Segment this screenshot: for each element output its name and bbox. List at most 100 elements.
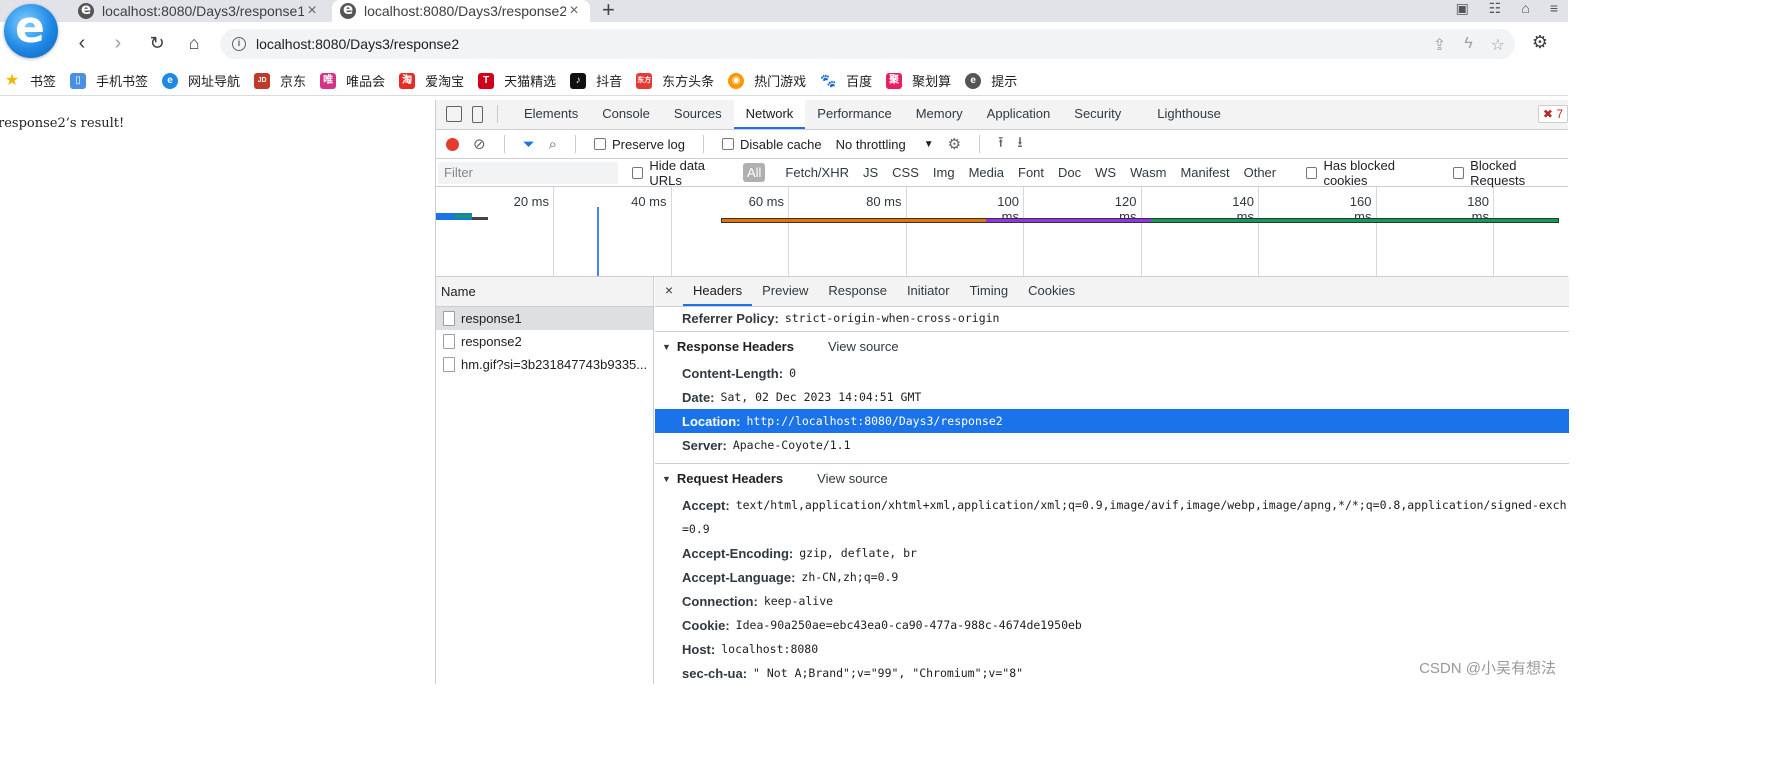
checkbox-box[interactable] — [1452, 166, 1465, 179]
tab-console[interactable]: Console — [590, 99, 662, 129]
share-icon[interactable]: ⇪ — [1433, 35, 1446, 55]
preserve-log-checkbox[interactable]: Preserve log — [594, 137, 685, 152]
has-blocked-cookies-checkbox[interactable]: Has blocked cookies — [1306, 158, 1435, 188]
bookmark-item[interactable]: T 天猫精选 — [478, 71, 556, 90]
type-filter-css[interactable]: CSS — [888, 163, 923, 182]
expand-triangle-icon[interactable]: ▼ — [662, 474, 671, 484]
inspect-element-icon[interactable] — [446, 106, 462, 122]
type-filter-wasm[interactable]: Wasm — [1126, 163, 1170, 182]
address-bar[interactable]: i localhost:8080/Days3/response2 ⇪ ϟ ☆ — [220, 29, 1515, 59]
bookmark-item[interactable]: e 提示 — [965, 71, 1017, 90]
timeline-gridline — [553, 187, 554, 276]
request-row[interactable]: hm.gif?si=3b231847743b9335... — [436, 353, 653, 376]
type-filter-font[interactable]: Font — [1014, 163, 1048, 182]
bookmark-star-icon[interactable]: ☆ — [1491, 35, 1505, 55]
type-filter-media[interactable]: Media — [965, 163, 1008, 182]
shirt-skin-icon[interactable]: ⌂ — [1521, 0, 1529, 17]
throttling-select[interactable]: No throttling ▼ — [836, 137, 934, 152]
network-timeline-overview[interactable]: 20 ms 40 ms 60 ms 80 ms 100 ms 120 ms 140 ms 16… — [436, 187, 1568, 277]
record-icon[interactable] — [446, 137, 459, 151]
address-url[interactable]: localhost:8080/Days3/response2 — [256, 36, 459, 52]
search-icon[interactable]: ⌕ — [549, 136, 557, 153]
response-headers-section[interactable]: ▼ Response Headers View source — [655, 331, 1569, 361]
tab-preview[interactable]: Preview — [752, 277, 818, 306]
type-filter-img[interactable]: Img — [929, 163, 959, 182]
type-filter-fetchxhr[interactable]: Fetch/XHR — [781, 163, 853, 182]
checkbox-box[interactable] — [1306, 166, 1318, 179]
lightning-icon[interactable]: ϟ — [1464, 35, 1472, 55]
tab-initiator[interactable]: Initiator — [897, 277, 960, 306]
import-har-icon[interactable]: ⭱ — [998, 132, 1003, 157]
bookmark-item[interactable]: 聚聚划算 — [886, 71, 951, 90]
forward-icon[interactable]: › — [106, 32, 130, 54]
tab-cookies[interactable]: Cookies — [1018, 277, 1085, 306]
hide-data-urls-checkbox[interactable]: Hide data URLs — [632, 158, 735, 188]
export-har-icon[interactable]: ⭳ — [1017, 132, 1022, 157]
network-conditions-icon[interactable]: ⚙ — [948, 135, 961, 153]
checkbox-box[interactable] — [721, 138, 734, 150]
tab-performance[interactable]: Performance — [805, 99, 903, 129]
checkbox-box[interactable] — [632, 166, 644, 179]
bookmark-item[interactable]: 淘爱淘宝 — [399, 71, 464, 90]
type-filter-all[interactable]: All — [742, 163, 766, 182]
bookmark-item[interactable]: ▯ 手机书签 — [70, 71, 148, 90]
request-headers-section[interactable]: ▼ Request Headers View source — [655, 463, 1569, 493]
type-filter-other[interactable]: Other — [1240, 163, 1281, 182]
tab-security[interactable]: Security — [1062, 99, 1133, 129]
browser-tab-response2[interactable]: localhost:8080/Days3/response2 × — [332, 0, 590, 22]
name-column-header[interactable]: Name — [436, 277, 653, 307]
close-icon[interactable]: × — [655, 277, 683, 306]
view-source-link[interactable]: View source — [817, 471, 888, 486]
tab-headers[interactable]: Headers — [683, 277, 753, 306]
tab-elements[interactable]: Elements — [512, 99, 590, 129]
bookmark-item[interactable]: 🐾 百度 — [820, 71, 872, 90]
reload-icon[interactable]: ↻ — [145, 32, 169, 54]
request-name: response2 — [461, 334, 522, 349]
browser-tab-response1[interactable]: localhost:8080/Days3/response1 × — [70, 0, 328, 22]
tab-sources[interactable]: Sources — [662, 99, 734, 129]
tab-response[interactable]: Response — [818, 277, 897, 306]
bookmark-item[interactable]: e 网址导航 — [162, 71, 240, 90]
throttling-value: No throttling — [835, 136, 906, 152]
extensions-icon[interactable]: ⚙ — [1532, 32, 1548, 53]
expand-triangle-icon[interactable]: ▼ — [662, 342, 671, 352]
clear-icon[interactable]: ⊘ — [473, 135, 486, 153]
site-info-icon[interactable]: i — [232, 37, 246, 51]
bookmark-item[interactable]: ★ 书签 — [4, 71, 56, 90]
filter-input[interactable] — [438, 161, 618, 184]
tab-timing[interactable]: Timing — [960, 277, 1019, 306]
bookmark-item[interactable]: 唯唯品会 — [320, 71, 385, 90]
browser-logo-icon[interactable] — [4, 2, 58, 58]
bookmark-item[interactable]: JD 京东 — [254, 71, 306, 90]
back-icon[interactable]: ‹ — [70, 32, 94, 54]
tab-memory[interactable]: Memory — [904, 99, 975, 129]
bookmark-item[interactable]: ♪ 抖音 — [570, 71, 622, 90]
filter-icon[interactable]: ⏷ — [523, 136, 535, 153]
blocked-requests-checkbox[interactable]: Blocked Requests — [1452, 158, 1568, 188]
request-row[interactable]: response1 — [436, 307, 653, 330]
device-toolbar-icon[interactable] — [472, 105, 483, 123]
view-source-link[interactable]: View source — [828, 339, 899, 354]
game-controller-icon[interactable]: ☷ — [1489, 0, 1502, 17]
new-tab-button[interactable]: + — [602, 0, 615, 23]
jd-icon: JD — [254, 72, 271, 89]
bookmark-label: 手机书签 — [96, 74, 149, 89]
tab-network[interactable]: Network — [733, 99, 806, 129]
type-filter-ws[interactable]: WS — [1091, 163, 1120, 182]
bookmark-item[interactable]: ◉ 热门游戏 — [728, 71, 806, 90]
home-icon[interactable]: ⌂ — [182, 32, 206, 54]
bookmark-item[interactable]: 东方 东方头条 — [636, 71, 714, 90]
window-menu-icon[interactable]: ≡ — [1550, 0, 1558, 17]
type-filter-manifest[interactable]: Manifest — [1176, 163, 1233, 182]
type-filter-js[interactable]: JS — [859, 163, 882, 182]
request-row[interactable]: response2 — [436, 330, 653, 353]
type-filter-doc[interactable]: Doc — [1054, 163, 1085, 182]
checkbox-box[interactable] — [594, 138, 606, 150]
close-tab-icon[interactable]: × — [304, 2, 320, 20]
close-tab-icon[interactable]: × — [566, 2, 582, 20]
tab-list-icon[interactable]: ▣ — [1456, 0, 1469, 17]
tab-application[interactable]: Application — [975, 99, 1063, 129]
tab-lighthouse[interactable]: Lighthouse — [1145, 99, 1233, 129]
disable-cache-checkbox[interactable]: Disable cache — [721, 137, 822, 152]
error-count-badge[interactable]: ✖ 7 — [1537, 105, 1568, 123]
